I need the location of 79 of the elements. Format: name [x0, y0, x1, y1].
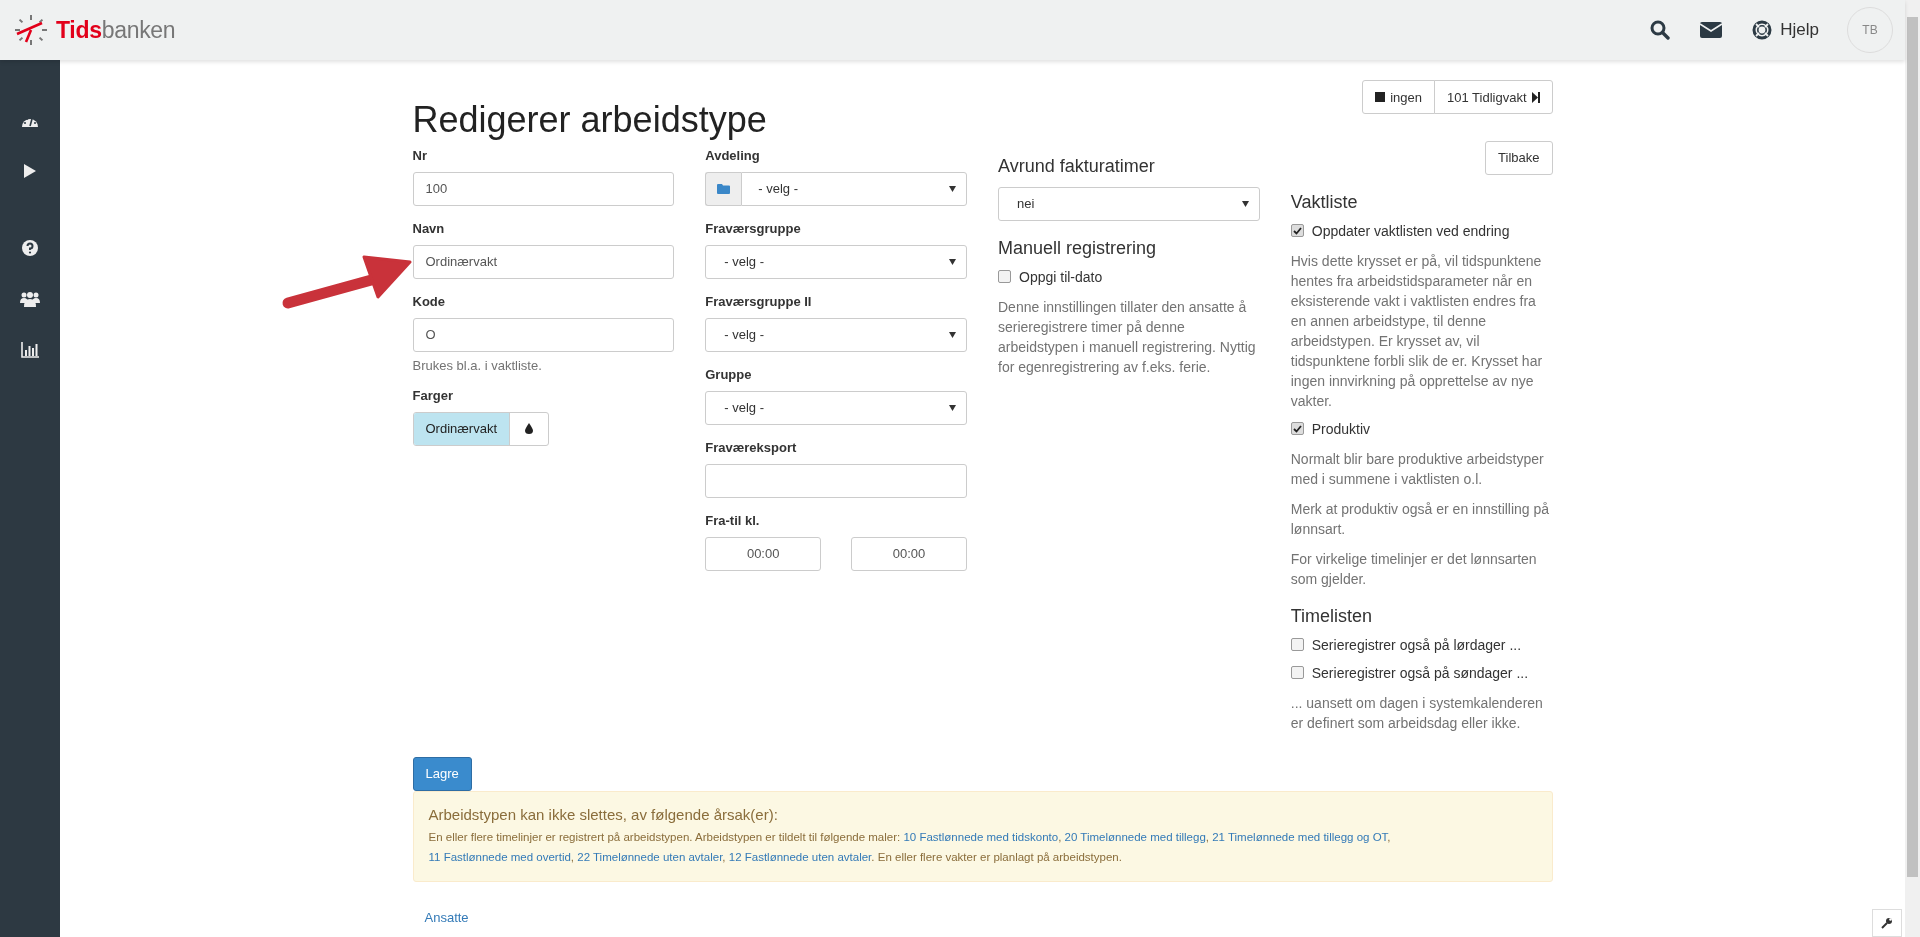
template-link[interactable]: 12 Fastlønnede uten avtaler: [728, 850, 872, 863]
play-icon[interactable]: [23, 163, 37, 179]
template-link[interactable]: 11 Fastlønnede med overtid: [428, 850, 571, 863]
employees-link[interactable]: Ansatte: [424, 909, 469, 925]
template-link[interactable]: 20 Timelønnede med tillegg: [1064, 830, 1206, 843]
help-paragraph: ... uansett om dagen i systemkalenderen er definert som arbeidsdag eller ikke.: [1290, 693, 1544, 733]
wrench-button[interactable]: [1872, 909, 1902, 937]
folder-icon: [717, 183, 731, 194]
help-paragraph: Normalt blir bare produktive arbeidstyper med i summene i vaktlisten o.l.: [1290, 449, 1545, 489]
search-icon[interactable]: [1650, 20, 1671, 40]
checkbox[interactable]: [998, 270, 1011, 284]
page-title: Redigerer arbeidstype: [412, 100, 767, 140]
select-dropdown[interactable]: - velg -: [705, 317, 967, 352]
text-field[interactable]: O: [412, 317, 675, 352]
checkbox-label: Oppdater vaktlisten ved endring: [1311, 222, 1510, 239]
checkbox-label: Oppgi til-dato: [1019, 268, 1103, 285]
help-paragraph: Denne innstillingen tillater den ansatte å serieregistrere timer på denne arbeidstypen i manuell registrering. Nyttig for egenregistrering av f.eks. ferie.: [998, 297, 1257, 377]
field-label: Navn: [412, 220, 446, 236]
checkbox[interactable]: [1290, 422, 1304, 436]
field-label: Avdeling: [705, 147, 761, 163]
checkbox[interactable]: [1290, 224, 1304, 238]
save-button[interactable]: Lagre: [412, 756, 472, 791]
back-button[interactable]: Tilbake: [1485, 140, 1553, 175]
help-icon[interactable]: [22, 240, 38, 256]
alert-message: En eller flere timelinjer er registrert på arbeidstypen. Arbeidstypen er tildelt til følgende maler: 10 Fastlønnede med tidskonto, 20 Timelønnede med tillegg, 21 Timelønnede med tillegg og OT, 11 Fastlønnede med overtid, 22 Timelønnede uten avtaler, 12 Fastlønnede uten avtaler. En eller flere vakter er planlagt på arbeidstypen.: [428, 829, 1392, 865]
bar-chart-icon[interactable]: [21, 342, 39, 358]
help-link[interactable]: Hjelp: [1752, 20, 1819, 40]
lifebuoy-icon: [1752, 20, 1773, 40]
caret-icon: [949, 258, 956, 265]
scrollbar[interactable]: [1905, 0, 1920, 937]
envelope-icon[interactable]: [1700, 22, 1723, 38]
field-label: Farger: [412, 387, 454, 403]
template-link[interactable]: 21 Timelønnede med tillegg og OT: [1212, 830, 1388, 843]
shift-button[interactable]: ingen: [1362, 80, 1435, 114]
checkbox[interactable]: [1290, 666, 1304, 680]
select-dropdown[interactable]: - velg -: [741, 171, 967, 206]
checkbox[interactable]: [1290, 638, 1304, 652]
alert-title: Arbeidstypen kan ikke slettes, av følgende årsak(er):: [428, 805, 779, 823]
help-paragraph: Merk at produktiv også er en innstilling på lønnsart.: [1290, 499, 1551, 539]
shift-button[interactable]: 101 Tidligvakt: [1434, 80, 1553, 114]
field-label: Kode: [412, 293, 446, 309]
text-field[interactable]: Ordinærvakt: [412, 244, 675, 279]
text-field[interactable]: 100: [412, 171, 675, 206]
help-text: Brukes bl.a. i vaktliste.: [412, 357, 543, 373]
users-icon[interactable]: [20, 291, 40, 307]
template-link[interactable]: 22 Timelønnede uten avtaler: [577, 850, 723, 863]
checkbox-label: Serieregistrer også på lørdager ...: [1311, 636, 1522, 653]
clock-logo-icon: [14, 14, 48, 46]
time-field[interactable]: 00:00: [851, 536, 967, 571]
text-field[interactable]: [705, 463, 967, 498]
stop-icon: [1375, 92, 1386, 102]
help-paragraph: For virkelige timelinjer er det lønnsarten som gjelder.: [1290, 549, 1538, 589]
section-heading: Avrund fakturatimer: [998, 155, 1156, 177]
field-label: Gruppe: [705, 366, 753, 382]
field-label: Fraværeksport: [705, 439, 798, 455]
checkbox-label: Produktiv: [1311, 420, 1371, 437]
caret-icon: [949, 404, 956, 411]
wrench-icon: [1881, 917, 1893, 929]
select-dropdown[interactable]: - velg -: [705, 390, 967, 425]
checkbox-label: Serieregistrer også på søndager ...: [1311, 664, 1529, 681]
help-paragraph: Hvis dette krysset er på, vil tidspunktene hentes fra arbeidstidsparameter når en eksisterende vakt i vaktlisten endres fra en annen arbeidstype, til denne arbeidstypen. Er krysset av, vil tidspunktene forbli slik de er. Krysset har ingen innvirkning på opprettelse av nye vakter.: [1290, 251, 1544, 411]
section-heading: Vaktliste: [1290, 191, 1359, 213]
field-label: Fraværsgruppe: [705, 220, 802, 236]
section-heading: Timelisten: [1290, 605, 1374, 627]
select-dropdown[interactable]: nei: [998, 186, 1260, 221]
time-field[interactable]: 00:00: [705, 536, 822, 571]
section-heading: Manuell registrering: [998, 237, 1158, 259]
field-label: Nr: [412, 147, 428, 163]
select-dropdown[interactable]: - velg -: [705, 244, 967, 279]
caret-icon: [1241, 200, 1249, 207]
field-label: Fraværsgruppe II: [705, 293, 813, 309]
droplet-icon: [524, 423, 533, 435]
caret-icon: [949, 331, 956, 338]
color-swatch: Ordinærvakt: [413, 412, 511, 445]
caret-icon: [949, 185, 956, 192]
field-label: Fra-til kl.: [705, 512, 761, 528]
skip-forward-icon: [1531, 91, 1540, 103]
brand-logo-text[interactable]: Tidsbanken: [56, 16, 176, 44]
color-picker[interactable]: Ordinærvakt: [412, 411, 549, 446]
